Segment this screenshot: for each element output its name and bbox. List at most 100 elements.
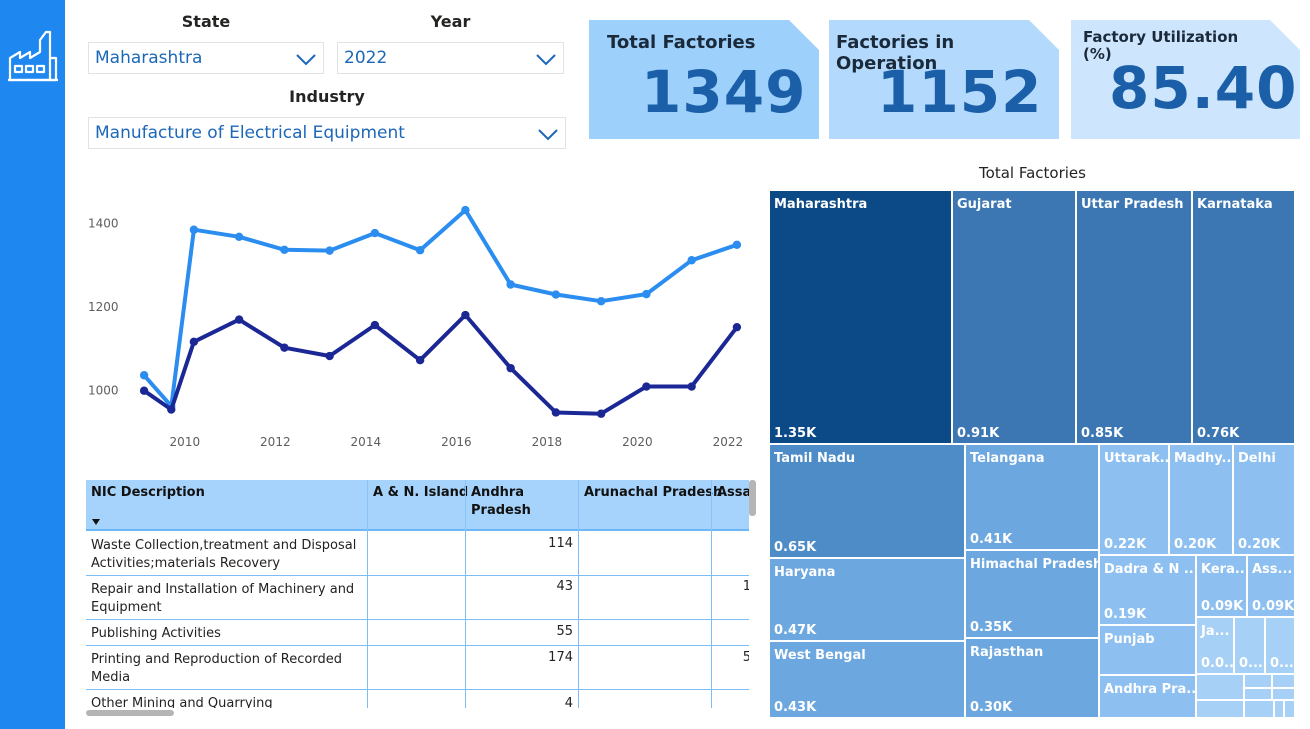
data-point[interactable] [325,246,334,255]
cell-andhra: 114 [548,536,573,551]
data-point[interactable] [189,337,199,346]
table-row[interactable]: Printing and Reproduction of Recorded Me… [86,646,749,690]
data-point[interactable] [732,322,742,332]
data-point[interactable] [280,343,289,352]
row-description-line2: Media [91,670,131,685]
treemap-tile[interactable]: 0.... [1234,617,1265,674]
tile-value: 0.65K [774,540,817,555]
header-assam[interactable]: Assa [717,484,749,502]
treemap-tile[interactable]: Telangana 0.41K [965,444,1099,550]
kpi-title-line1: Factory Utilization [1083,28,1239,46]
tile-value: 0.76K [1197,426,1240,441]
header-andhra-line1: Andhra [471,485,525,500]
data-point[interactable] [732,240,742,249]
treemap-tile[interactable]: Andhra Pra... [1099,675,1196,718]
treemap-tile[interactable]: 0.... [1265,617,1295,674]
data-point[interactable] [551,290,561,299]
treemap-tile[interactable]: Dadra & N ... 0.19K [1099,555,1196,625]
treemap-tile-small[interactable] [1244,674,1272,688]
treemap-tile[interactable]: Gujarat 0.91K [952,190,1076,444]
cell-andhra: 55 [556,624,573,639]
state-label: State [181,12,231,31]
data-point[interactable] [167,405,176,414]
table-row[interactable]: Waste Collection,treatment and Disposal … [86,533,749,576]
kpi-title: Total Factories [607,32,756,53]
header-arunachal-pradesh[interactable]: Arunachal Pradesh [584,484,722,502]
header-nic-description[interactable]: NIC Description [91,484,205,502]
row-description: Other Mining and Quarrying [91,696,273,708]
treemap-tile[interactable]: Kera... 0.09K [1196,555,1247,617]
header-andhra-pradesh[interactable]: Andhra Pradesh [471,484,531,520]
treemap-tile-small[interactable] [1244,700,1274,718]
data-point[interactable] [596,297,606,306]
data-point[interactable] [415,246,425,255]
data-point[interactable] [325,351,334,361]
treemap-tile[interactable]: West Bengal 0.43K [769,641,965,718]
kpi-value: 1152 [877,58,1043,126]
x-tick-label: 2020 [622,435,653,449]
table-row[interactable]: Publishing Activities 55 [86,620,749,646]
data-point[interactable] [370,320,380,330]
data-point[interactable] [506,280,515,289]
kpi-factory-utilization: Factory Utilization (%) 85.40 [1071,20,1300,139]
row-description-line1: Waste Collection,treatment and Disposal [91,538,357,553]
treemap-tile[interactable]: Ja... 0.0... [1196,617,1234,674]
data-point[interactable] [642,382,651,391]
data-point[interactable] [687,256,696,265]
tile-value: 0.... [1270,656,1294,671]
table-row[interactable]: Other Mining and Quarrying 4 [86,690,749,708]
treemap-tile[interactable]: Haryana 0.47K [769,558,965,641]
treemap-tile[interactable]: Ass... 0.09K [1247,555,1295,617]
treemap-tile-small[interactable] [1284,700,1295,718]
dashboard: State Maharashtra Year 2022 Industry Man… [0,0,1310,729]
data-point[interactable] [461,310,470,320]
treemap-tile[interactable]: Uttarak... 0.22K [1099,444,1169,555]
row-description: Publishing Activities [91,626,221,641]
data-point[interactable] [139,386,149,395]
treemap-tile[interactable]: Punjab [1099,625,1196,675]
horizontal-scrollbar[interactable] [86,710,174,716]
vertical-scrollbar[interactable] [749,480,756,516]
column-separator [578,480,579,531]
treemap-tile-small[interactable] [1274,700,1284,718]
sort-desc-icon[interactable] [91,518,101,526]
industry-dropdown[interactable]: Manufacture of Electrical Equipment [88,117,566,149]
treemap-tile[interactable]: Karnataka 0.76K [1192,190,1295,444]
data-point[interactable] [189,225,199,234]
treemap-tile-small[interactable] [1244,688,1272,700]
treemap-tile[interactable]: Delhi 0.20K [1233,444,1295,555]
header-an-island[interactable]: A & N. Island [373,484,468,502]
treemap-tile-small[interactable] [1272,674,1295,688]
chevron-down-icon [538,129,558,141]
data-point[interactable] [642,289,651,299]
data-point[interactable] [551,408,561,417]
data-point[interactable] [370,228,380,238]
treemap-tile-small[interactable] [1196,674,1244,700]
year-dropdown[interactable]: 2022 [337,42,564,74]
data-point[interactable] [234,232,244,242]
treemap-tile-small[interactable] [1196,700,1244,718]
treemap-tile[interactable]: Maharashtra 1.35K [769,190,952,444]
data-point[interactable] [461,205,470,215]
treemap-tile[interactable]: Rajasthan 0.30K [965,638,1099,718]
data-point[interactable] [596,409,606,418]
treemap-tile[interactable]: Tamil Nadu 0.65K [769,444,965,558]
data-point[interactable] [234,315,244,324]
treemap-tile-small[interactable] [1272,688,1295,700]
table-row[interactable]: Repair and Installation of Machinery and… [86,576,749,620]
data-point[interactable] [280,245,289,254]
tile-value: 0.19K [1104,607,1147,622]
state-dropdown[interactable]: Maharashtra [88,42,324,74]
data-point[interactable] [415,356,425,365]
cell-andhra: 4 [564,696,573,708]
tile-value: 0.20K [1238,537,1281,552]
tile-value: 0.35K [970,620,1013,635]
treemap-tile[interactable]: Himachal Pradesh 0.35K [965,550,1099,638]
state-value: Maharashtra [95,48,203,68]
data-point[interactable] [139,371,149,380]
treemap-tile[interactable]: Madhy... 0.20K [1169,444,1233,555]
tile-label: Uttar Pradesh [1081,197,1184,212]
treemap-tile[interactable]: Uttar Pradesh 0.85K [1076,190,1192,444]
data-point[interactable] [506,363,515,373]
data-point[interactable] [687,382,696,391]
